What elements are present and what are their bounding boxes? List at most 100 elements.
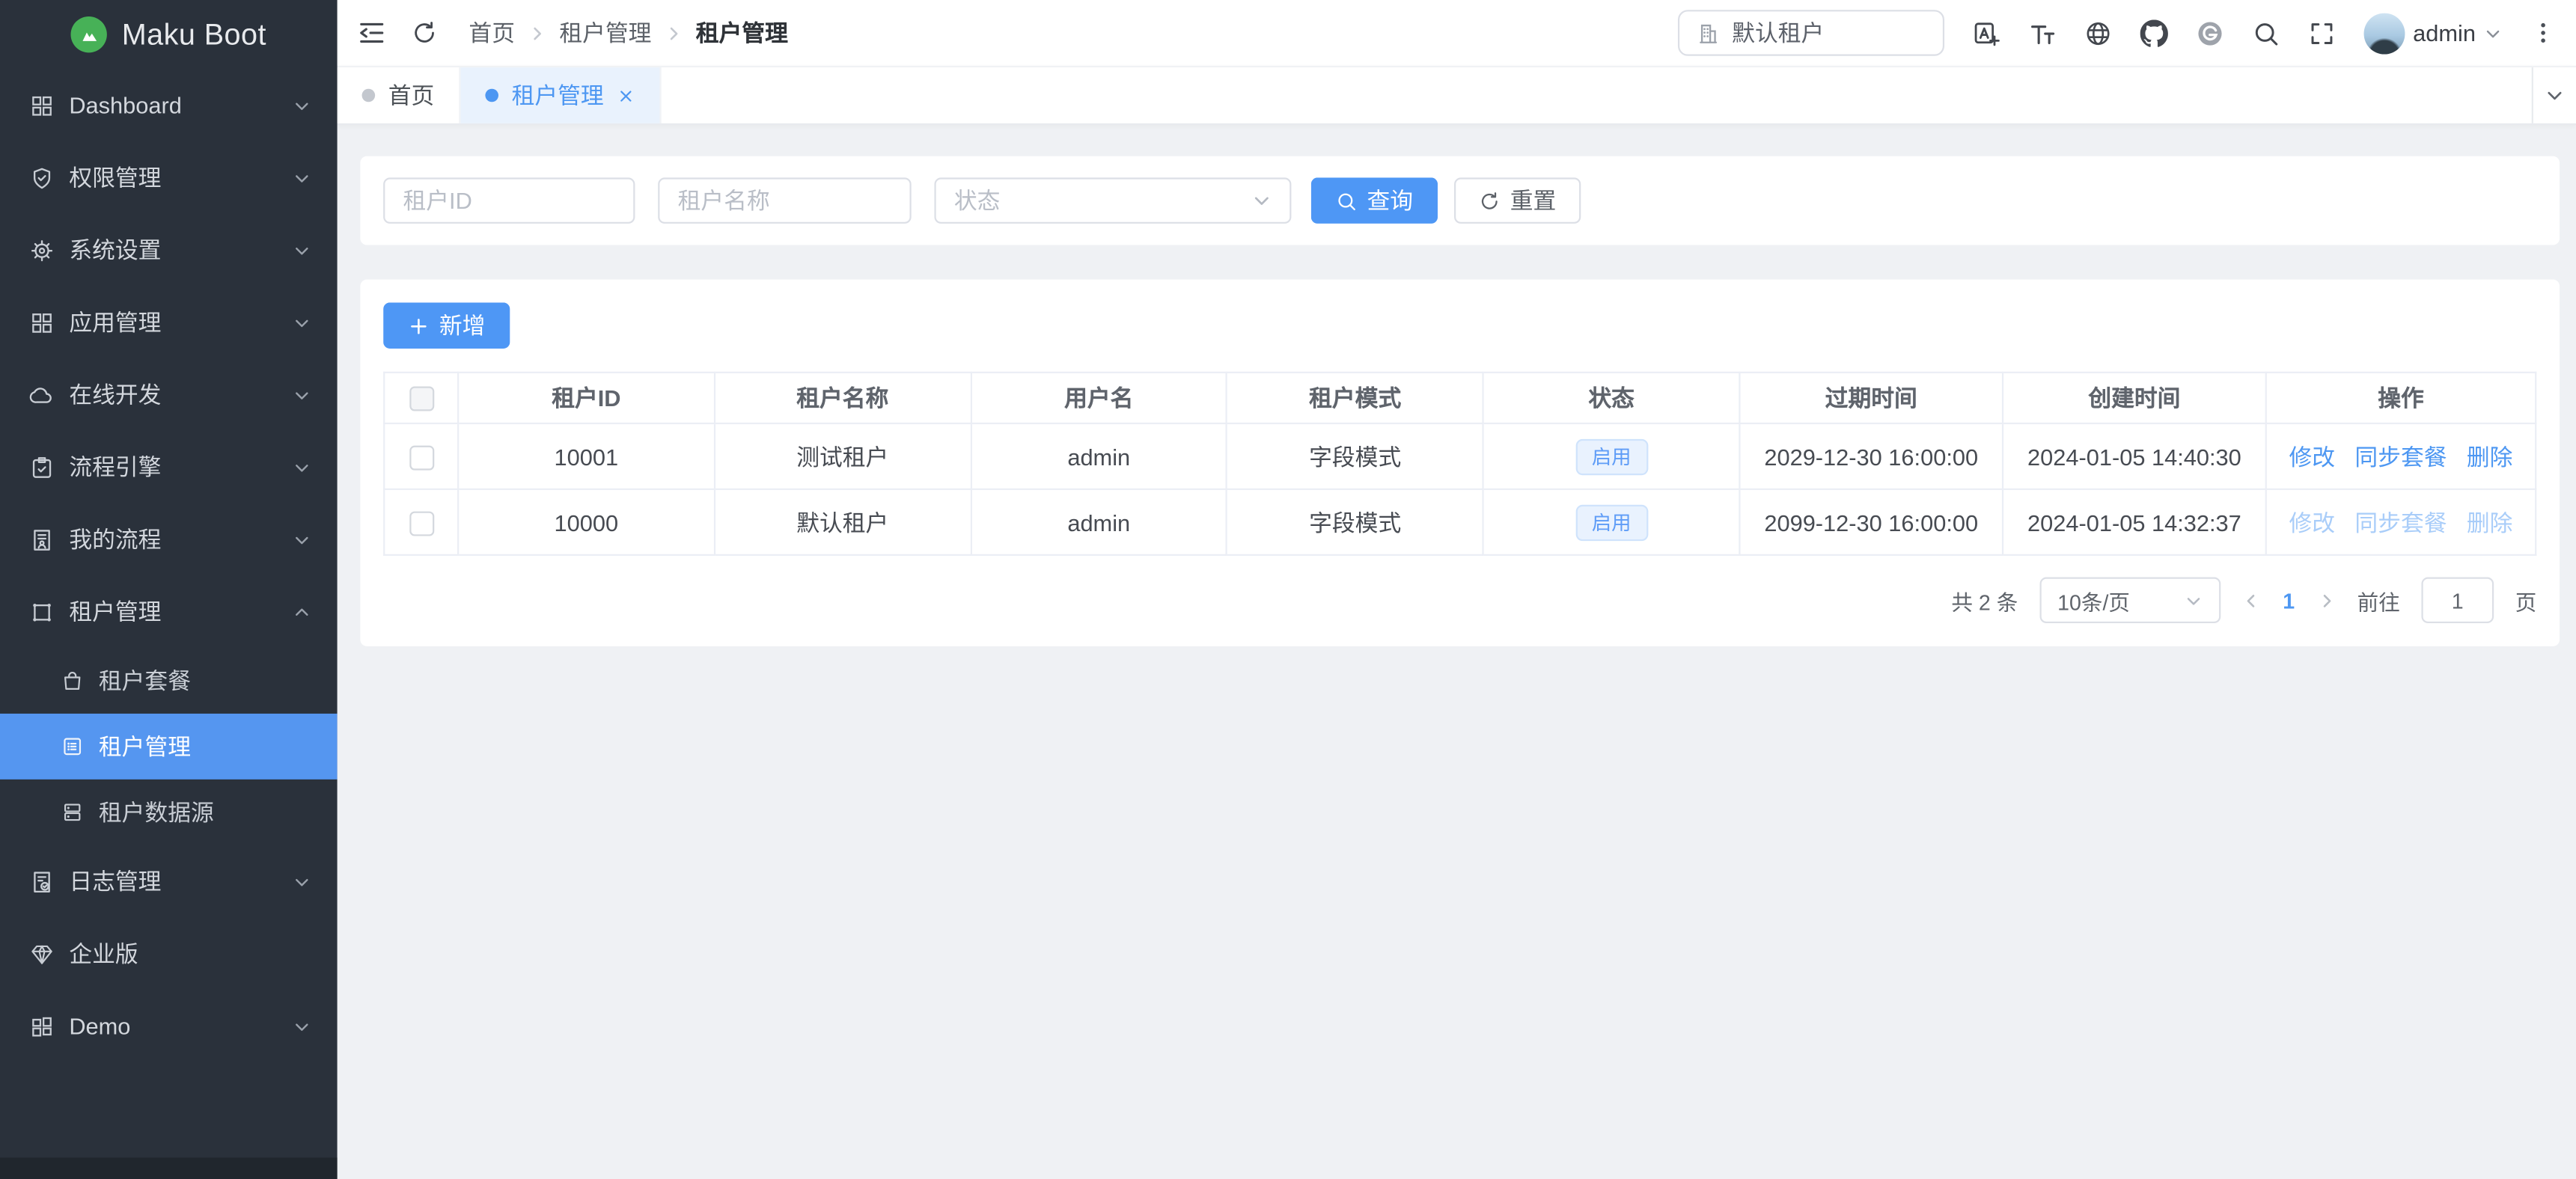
delete-link-disabled[interactable]: 删除 bbox=[2467, 506, 2513, 539]
cell-created: 2024-01-05 14:32:37 bbox=[2003, 489, 2266, 555]
grid-icon bbox=[30, 310, 55, 334]
more-menu-icon[interactable] bbox=[2530, 18, 2557, 48]
frame-corners-icon bbox=[30, 599, 55, 624]
status-badge: 启用 bbox=[1575, 438, 1648, 474]
prev-page-icon[interactable] bbox=[2241, 591, 2259, 609]
sidebar-item-online-dev[interactable]: 在线开发 bbox=[0, 358, 338, 431]
breadcrumb-home[interactable]: 首页 bbox=[468, 16, 515, 49]
sidebar-item-tenant-manage-active[interactable]: 租户管理 bbox=[0, 714, 338, 780]
query-button[interactable]: 查询 bbox=[1311, 177, 1438, 224]
sidebar-item-tenant-package[interactable]: 租户套餐 bbox=[0, 648, 338, 714]
chevron-down-icon bbox=[293, 1017, 311, 1035]
sidebar-item-demo[interactable]: Demo bbox=[0, 990, 338, 1062]
fullscreen-icon[interactable] bbox=[2307, 19, 2335, 46]
next-page-icon[interactable] bbox=[2318, 591, 2336, 609]
status-select[interactable]: 状态 bbox=[934, 177, 1291, 224]
github-icon[interactable] bbox=[2140, 19, 2167, 46]
table-row: 10001 测试租户 admin 字段模式 启用 2029-12-30 16:0… bbox=[384, 423, 2536, 489]
sync-package-link-disabled[interactable]: 同步套餐 bbox=[2354, 506, 2447, 539]
breadcrumb-parent[interactable]: 租户管理 bbox=[559, 16, 651, 49]
plus-icon bbox=[408, 315, 430, 337]
sidebar-item-log-management[interactable]: 日志管理 bbox=[0, 845, 338, 918]
building-icon bbox=[1696, 20, 1721, 45]
status-select-placeholder: 状态 bbox=[954, 184, 1001, 217]
sidebar-item-dashboard[interactable]: Dashboard bbox=[0, 69, 338, 141]
sidebar-item-system-settings[interactable]: 系统设置 bbox=[0, 214, 338, 287]
gitee-icon[interactable] bbox=[2196, 19, 2224, 46]
gear-icon bbox=[30, 238, 55, 263]
col-expire: 过期时间 bbox=[1739, 373, 2003, 423]
username: admin bbox=[2413, 19, 2476, 46]
chevron-right-icon bbox=[665, 24, 683, 42]
add-button[interactable]: 新增 bbox=[383, 302, 510, 349]
shield-check-icon bbox=[30, 165, 55, 190]
page-size-select[interactable]: 10条/页 bbox=[2039, 577, 2221, 623]
row-checkbox[interactable] bbox=[409, 445, 433, 470]
grid-icon bbox=[30, 93, 55, 117]
page-unit-label: 页 bbox=[2515, 584, 2537, 616]
refresh-button[interactable] bbox=[409, 18, 439, 48]
page-content: 状态 查询 重置 新增 bbox=[338, 125, 2576, 1179]
cell-tenant-name: 测试租户 bbox=[715, 423, 971, 489]
close-icon[interactable] bbox=[617, 86, 635, 104]
col-created: 创建时间 bbox=[2003, 373, 2266, 423]
sidebar-item-workflow-engine[interactable]: 流程引擎 bbox=[0, 431, 338, 503]
app-title: Maku Boot bbox=[122, 17, 266, 52]
sidebar-item-my-process[interactable]: 我的流程 bbox=[0, 503, 338, 576]
user-menu[interactable]: admin bbox=[2363, 12, 2502, 53]
sidebar: Maku Boot Dashboard 权限管理 系统设置 应用管理 bbox=[0, 0, 338, 1179]
tenant-id-input[interactable] bbox=[383, 177, 635, 224]
font-size-icon[interactable] bbox=[2028, 19, 2056, 46]
col-status: 状态 bbox=[1483, 373, 1739, 423]
search-icon bbox=[1336, 190, 1358, 212]
table-card: 新增 租户ID 租户名称 用户名 租户模 bbox=[360, 280, 2560, 646]
edit-link-disabled[interactable]: 修改 bbox=[2289, 506, 2336, 539]
list-square-icon bbox=[61, 735, 84, 759]
cell-username: admin bbox=[971, 489, 1227, 555]
search-form-card: 状态 查询 重置 bbox=[360, 156, 2560, 245]
sidebar-item-tenant-management[interactable]: 租户管理 bbox=[0, 575, 338, 648]
pagination: 共 2 条 10条/页 1 前往 页 bbox=[383, 577, 2536, 623]
reset-button[interactable]: 重置 bbox=[1454, 177, 1581, 224]
search-icon[interactable] bbox=[2252, 19, 2280, 46]
chevron-right-icon bbox=[528, 24, 546, 42]
chevron-down-icon bbox=[293, 97, 311, 114]
avatar bbox=[2363, 12, 2405, 53]
sidebar-item-tenant-datasource[interactable]: 租户数据源 bbox=[0, 780, 338, 845]
chevron-down-icon bbox=[293, 241, 311, 259]
tenant-table: 租户ID 租户名称 用户名 租户模式 状态 过期时间 创建时间 操作 bbox=[383, 372, 2536, 556]
cell-username: admin bbox=[971, 423, 1227, 489]
chevron-down-icon bbox=[293, 530, 311, 548]
sync-package-link[interactable]: 同步套餐 bbox=[2354, 440, 2447, 473]
app-logo[interactable]: Maku Boot bbox=[0, 0, 338, 69]
collapse-sidebar-button[interactable] bbox=[357, 18, 387, 48]
col-tenant-id: 租户ID bbox=[458, 373, 714, 423]
globe-icon[interactable] bbox=[2084, 19, 2112, 46]
document-user-icon bbox=[30, 527, 55, 551]
tenant-name-input[interactable] bbox=[658, 177, 911, 224]
col-actions: 操作 bbox=[2266, 373, 2536, 423]
cell-tenant-id: 10000 bbox=[458, 489, 714, 555]
tenant-select[interactable]: 默认租户 bbox=[1678, 10, 1944, 56]
delete-link[interactable]: 删除 bbox=[2467, 440, 2513, 473]
translate-icon[interactable] bbox=[1972, 19, 2000, 46]
breadcrumb: 首页 租户管理 租户管理 bbox=[468, 16, 787, 49]
sidebar-item-app-management[interactable]: 应用管理 bbox=[0, 286, 338, 358]
chevron-down-icon bbox=[1252, 191, 1272, 210]
select-all-checkbox[interactable] bbox=[409, 387, 433, 411]
tab-tenant-management[interactable]: 租户管理 bbox=[460, 67, 661, 123]
chevron-down-icon bbox=[293, 168, 311, 186]
chevron-down-icon bbox=[293, 872, 311, 890]
page-number[interactable]: 1 bbox=[2283, 588, 2295, 613]
chevron-down-icon bbox=[2484, 24, 2502, 42]
chevron-up-icon bbox=[293, 603, 311, 621]
sidebar-item-permissions[interactable]: 权限管理 bbox=[0, 141, 338, 214]
logo-mountain-icon bbox=[71, 16, 107, 52]
goto-page-input[interactable] bbox=[2421, 577, 2494, 623]
tab-home[interactable]: 首页 bbox=[338, 67, 461, 123]
sidebar-item-enterprise[interactable]: 企业版 bbox=[0, 917, 338, 990]
edit-link[interactable]: 修改 bbox=[2289, 440, 2336, 473]
document-check-icon bbox=[30, 869, 55, 894]
tab-overflow-button[interactable] bbox=[2532, 67, 2576, 123]
row-checkbox[interactable] bbox=[409, 511, 433, 536]
